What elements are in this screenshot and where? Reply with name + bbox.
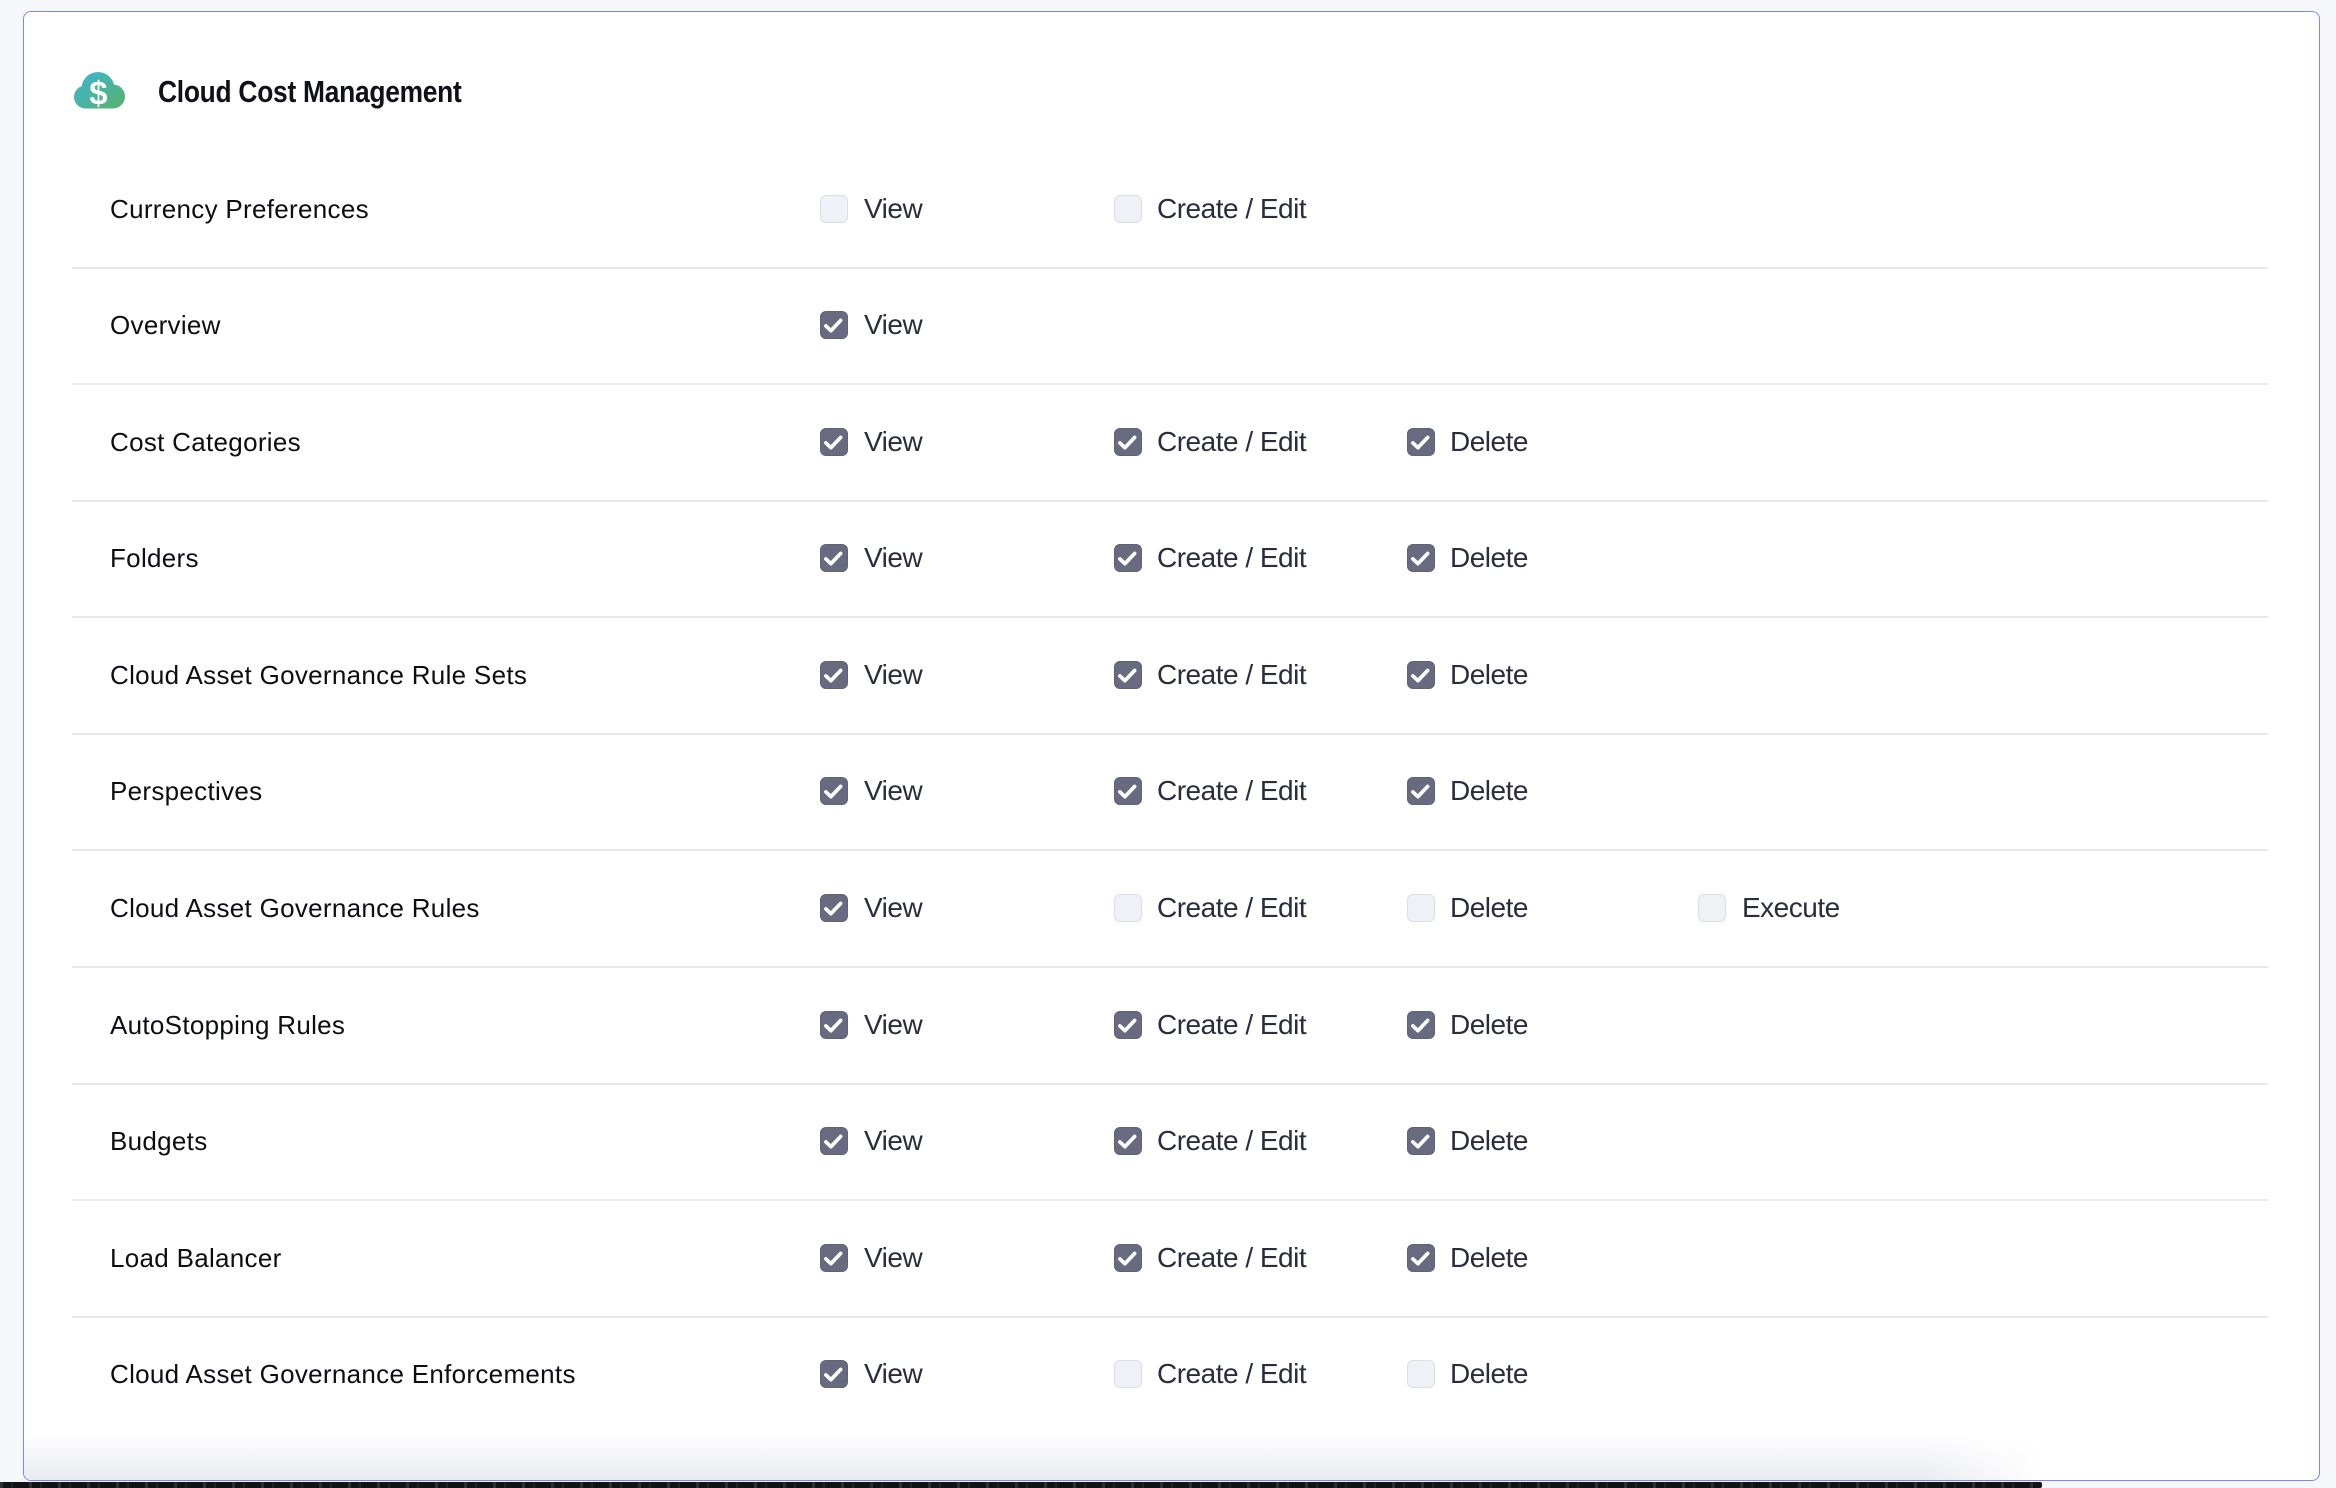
svg-text:$: $ <box>89 75 107 110</box>
